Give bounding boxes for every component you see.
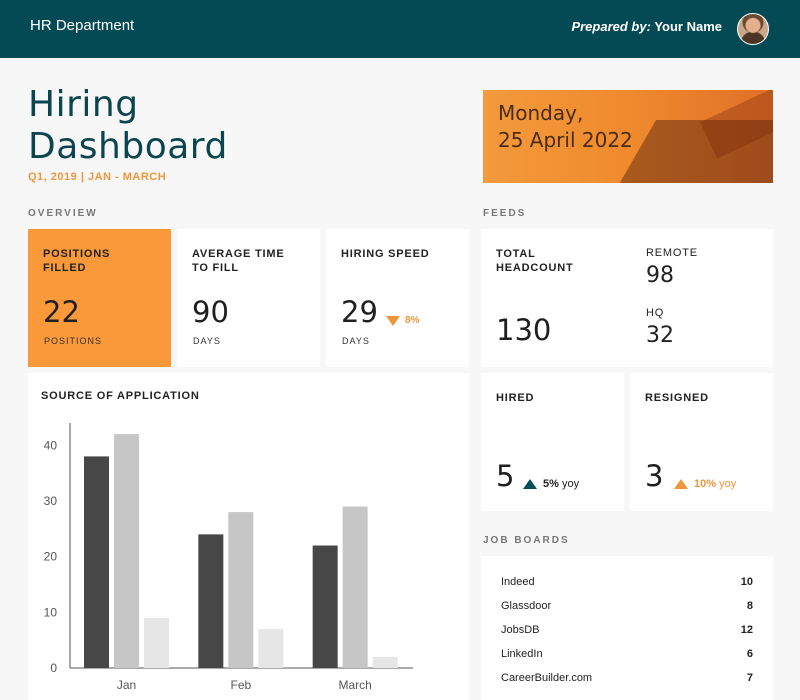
bar <box>198 534 224 668</box>
card-unit: POSITIONS <box>44 336 103 346</box>
positions-filled-value: 22 <box>43 295 80 329</box>
page-title-line1: Hiring <box>28 84 139 125</box>
bar <box>114 434 139 668</box>
hiring-speed-change: 8% <box>405 315 420 326</box>
top-bar: HR Department Prepared by: Your Name <box>0 0 800 58</box>
date-full: 25 April 2022 <box>498 128 633 152</box>
headcount-value: 130 <box>496 313 552 347</box>
x-tick-label: Feb <box>230 678 251 692</box>
job-boards-label: JOB BOARDS <box>483 535 570 546</box>
average-time-card: AVERAGE TIME TO FILL 90 DAYS <box>177 229 320 367</box>
headcount-card: TOTAL HEADCOUNT 130 REMOTE 98 HQ 32 <box>481 229 773 367</box>
average-time-value: 90 <box>192 295 229 329</box>
remote-label: REMOTE <box>646 247 698 259</box>
source-chart-card: SOURCE OF APPLICATION 0 10 20 30 40 Jan Feb Mar… <box>28 373 469 700</box>
list-item: LinkedIn 6 <box>501 648 753 660</box>
y-tick-label: 40 <box>44 438 58 452</box>
card-title: RESIGNED <box>645 392 709 404</box>
card-unit: DAYS <box>342 336 370 346</box>
remote-value: 98 <box>646 263 674 288</box>
card-title: HIRED <box>496 392 535 404</box>
hired-card: HIRED 5 5% yoy <box>481 373 624 511</box>
department-name: HR Department <box>30 17 135 34</box>
bar <box>228 512 254 668</box>
list-item: Glassdoor 8 <box>501 600 753 612</box>
bar <box>258 629 284 668</box>
prepared-by-name: Your Name <box>654 19 722 34</box>
bar-chart: 0 10 20 30 40 Jan Feb March <box>44 423 413 692</box>
hired-value: 5 <box>496 459 515 493</box>
overview-label: OVERVIEW <box>28 208 98 219</box>
page-title-line2: Dashboard <box>28 126 228 167</box>
list-item: Indeed 10 <box>501 576 753 588</box>
feeds-label: FEEDS <box>483 208 527 219</box>
bar <box>312 545 338 668</box>
y-tick-label: 20 <box>44 550 58 564</box>
hq-label: HQ <box>646 307 665 319</box>
avatar[interactable] <box>737 13 769 45</box>
hq-value: 32 <box>646 323 674 348</box>
hiring-speed-value: 29 <box>341 295 378 329</box>
card-title: TOTAL HEADCOUNT <box>496 248 574 274</box>
card-title: HIRING SPEED <box>341 248 430 260</box>
resigned-value: 3 <box>645 459 664 493</box>
triangle-up-icon <box>674 479 688 489</box>
job-boards-card: Indeed 10 Glassdoor 8 JobsDB 12 LinkedIn 6 C… <box>481 556 773 700</box>
bar <box>342 506 368 668</box>
list-item: CareerBuilder.com 7 <box>501 672 753 684</box>
prepared-by: Prepared by: Your Name <box>571 19 722 34</box>
x-tick-label: Jan <box>117 678 136 692</box>
bar <box>372 656 398 668</box>
card-title: AVERAGE TIME TO FILL <box>192 248 285 274</box>
card-unit: DAYS <box>193 336 221 346</box>
card-title: POSITIONS FILLED <box>43 248 111 274</box>
y-tick-label: 0 <box>50 661 57 675</box>
date-banner: Monday, 25 April 2022 <box>483 90 773 183</box>
resigned-card: RESIGNED 3 10% yoy <box>630 373 773 511</box>
hiring-speed-card: HIRING SPEED 29 8% DAYS <box>326 229 469 367</box>
prepared-by-label: Prepared by: <box>571 19 651 34</box>
hired-change: 5% yoy <box>543 478 580 490</box>
list-item: JobsDB 12 <box>501 624 753 636</box>
page-title: Hiring Dashboard <box>28 84 228 168</box>
resigned-change: 10% yoy <box>694 478 737 490</box>
bar <box>84 456 109 668</box>
y-tick-label: 10 <box>44 605 58 619</box>
triangle-up-icon <box>523 479 537 489</box>
x-tick-label: March <box>338 678 371 692</box>
positions-filled-card: POSITIONS FILLED 22 POSITIONS <box>28 229 171 367</box>
bar <box>144 617 169 668</box>
page-subtitle: Q1, 2019 | JAN - MARCH <box>28 171 167 183</box>
y-tick-label: 30 <box>44 494 58 508</box>
date-weekday: Monday, <box>498 101 584 125</box>
triangle-down-icon <box>386 316 400 326</box>
date-text: Monday, 25 April 2022 <box>498 100 633 154</box>
